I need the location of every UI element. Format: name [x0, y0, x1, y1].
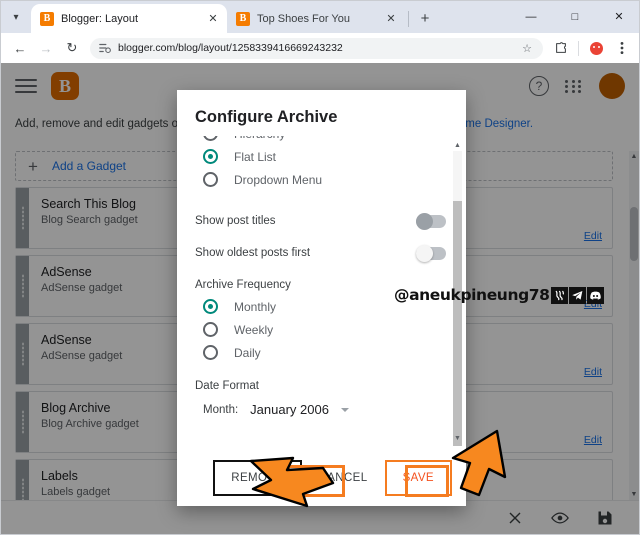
date-format-label: Date Format [195, 380, 259, 392]
radio-option-weekly[interactable]: Weekly [195, 318, 446, 341]
save-button-highlight: SAVE [384, 460, 452, 496]
radio-label: Hierarchy [234, 136, 285, 141]
telegram-icon [568, 286, 586, 304]
radio-icon-selected[interactable] [203, 149, 218, 164]
cancel-button[interactable]: CANCEL [310, 466, 377, 490]
toggle-row-show-post-titles[interactable]: Show post titles [195, 205, 446, 237]
three-dot-menu-icon[interactable] [609, 35, 635, 61]
minimize-button[interactable]: — [509, 1, 553, 32]
address-bar[interactable]: blogger.com/blog/layout/1258339416669243… [90, 37, 543, 59]
browser-window: ▾ B Blogger: Layout ✕ B Top Shoes For Yo… [0, 0, 640, 535]
site-settings-icon[interactable] [98, 41, 112, 55]
radio-icon-selected[interactable] [203, 299, 218, 314]
tab-close-icon[interactable]: ✕ [205, 11, 221, 27]
month-label: Month: [203, 403, 239, 416]
remove-button[interactable]: REMOVE [222, 466, 292, 490]
month-value: January 2006 [250, 402, 329, 417]
radio-option-hierarchy[interactable]: Hierarchy [195, 136, 446, 145]
dialog-actions: REMOVE CANCEL SAVE [177, 450, 466, 506]
radio-icon[interactable] [203, 322, 218, 337]
steemit-icon [550, 286, 568, 304]
radio-icon[interactable] [203, 345, 218, 360]
tab-search-icon[interactable]: ▾ [1, 1, 31, 33]
browser-tab-0[interactable]: B Blogger: Layout ✕ [31, 4, 227, 33]
discord-icon [586, 286, 604, 304]
chevron-down-icon[interactable] [340, 407, 349, 412]
toggle-switch-show-post-titles[interactable] [416, 212, 446, 230]
radio-label: Flat List [234, 149, 277, 164]
radio-icon[interactable] [203, 172, 218, 187]
profile-avatar-icon[interactable] [583, 35, 609, 61]
radio-option-daily[interactable]: Daily [195, 341, 446, 364]
blogger-icon: B [40, 11, 54, 26]
toggle-switch-show-oldest-posts-first[interactable] [416, 244, 446, 262]
remove-button-highlight: REMOVE [213, 460, 302, 496]
browser-toolbar: ← → ↻ blogger.com/blog/layout/1258339416… [1, 33, 639, 63]
browser-tabstrip: ▾ B Blogger: Layout ✕ B Top Shoes For Yo… [1, 1, 639, 33]
browser-tab-1[interactable]: B Top Shoes For You ✕ [227, 4, 405, 33]
month-format-dropdown[interactable]: Month: January 2006 [195, 402, 446, 417]
close-window-button[interactable]: ✕ [597, 1, 639, 32]
toolbar-divider [578, 40, 579, 56]
radio-icon[interactable] [203, 136, 218, 141]
tab-close-icon[interactable]: ✕ [383, 11, 399, 27]
window-controls: — □ ✕ [509, 1, 639, 33]
puzzle-icon[interactable] [548, 35, 574, 61]
radio-label: Monthly [234, 299, 277, 314]
bookmark-star-icon[interactable]: ☆ [519, 42, 535, 55]
scroll-up-arrow-icon[interactable]: ▲ [453, 140, 462, 151]
watermark-text: @aneukpineung78 [394, 286, 550, 304]
dialog-title: Configure Archive [195, 108, 338, 126]
toggle-label: Show oldest posts first [195, 247, 311, 259]
watermark: @aneukpineung78 [394, 286, 604, 304]
toggle-row-show-oldest-posts-first[interactable]: Show oldest posts first [195, 237, 446, 269]
back-icon[interactable]: ← [7, 35, 33, 61]
scrollbar-thumb[interactable] [453, 201, 462, 446]
scroll-down-arrow-icon[interactable]: ▼ [453, 433, 462, 444]
url-text: blogger.com/blog/layout/1258339416669243… [118, 42, 343, 54]
forward-icon[interactable]: → [33, 35, 59, 61]
radio-label: Weekly [234, 322, 274, 337]
tab-title: Blogger: Layout [61, 12, 139, 25]
radio-option-flat-list[interactable]: Flat List [195, 145, 446, 168]
maximize-button[interactable]: □ [553, 1, 597, 32]
reload-icon[interactable]: ↻ [59, 35, 85, 61]
tab-title: Top Shoes For You [257, 12, 350, 25]
radio-label: Dropdown Menu [234, 172, 323, 187]
save-button[interactable]: SAVE [394, 466, 443, 490]
toggle-label: Show post titles [195, 215, 276, 227]
radio-label: Daily [234, 345, 261, 360]
new-tab-button[interactable]: + [412, 5, 438, 31]
blogger-icon: B [236, 11, 250, 26]
radio-option-dropdown-menu[interactable]: Dropdown Menu [195, 168, 446, 191]
tab-divider [408, 11, 409, 27]
